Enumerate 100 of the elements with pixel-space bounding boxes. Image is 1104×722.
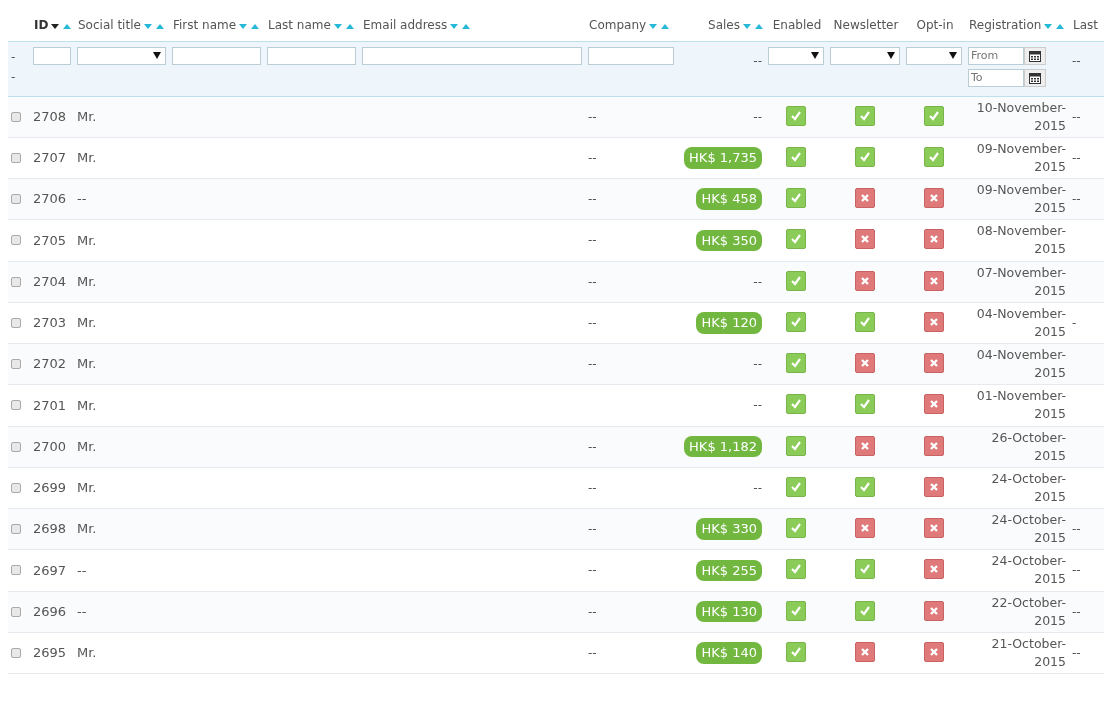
company-text: -- [588,109,597,124]
calendar-button[interactable] [1024,46,1046,65]
check-icon[interactable] [855,559,875,580]
sales-badge: HK$ 1,182 [684,435,762,458]
check-icon[interactable] [786,600,806,621]
row-checkbox[interactable] [11,400,21,411]
id-text: 2699 [33,480,67,496]
sort-arrows-icon[interactable] [51,23,72,29]
sales-text: -- [753,398,762,413]
filter-dropdown[interactable] [906,46,962,65]
cross-icon[interactable] [924,394,944,415]
id-text: 2707 [33,150,67,166]
check-icon[interactable] [786,641,806,662]
check-icon[interactable] [924,146,944,167]
row-checkbox[interactable] [11,524,21,535]
title-text: Mr. [77,273,97,289]
filter-input[interactable] [172,46,261,65]
row-checkbox[interactable] [11,276,21,287]
column-header[interactable]: Enabled [772,18,822,33]
cross-icon[interactable] [924,353,944,374]
row-checkbox[interactable] [11,647,21,658]
column-header[interactable]: Last name [268,18,331,32]
company-text: -- [588,604,597,619]
row-checkbox[interactable] [11,565,21,576]
cross-icon[interactable] [924,311,944,332]
check-icon[interactable] [786,270,806,291]
cross-icon[interactable] [855,518,875,539]
column-header[interactable]: Newsletter [833,18,899,33]
column-header[interactable]: Last [1073,18,1098,33]
row-checkbox[interactable] [11,606,21,617]
row-checkbox[interactable] [11,111,21,122]
cross-icon[interactable] [924,518,944,539]
date-text: 10-November-2015 [976,99,1066,133]
title-text: Mr. [77,356,97,372]
column-header[interactable]: Registration [969,18,1042,32]
title-text: -- [77,562,87,578]
column-header[interactable]: Opt-in [916,18,954,33]
filter-input[interactable] [267,46,356,65]
sales-badge: HK$ 130 [696,600,762,623]
check-icon[interactable] [855,311,875,332]
row-checkbox[interactable] [11,235,21,246]
filter-input[interactable] [33,46,71,65]
check-icon[interactable] [855,600,875,621]
filter-input[interactable] [362,46,582,65]
date-input[interactable]: From [968,46,1024,65]
column-header[interactable]: ID [34,18,49,32]
row-checkbox[interactable] [11,194,21,205]
cross-icon[interactable] [924,559,944,580]
id-text: 2705 [33,232,67,248]
cross-icon[interactable] [924,476,944,497]
company-text: -- [588,357,597,372]
cross-icon[interactable] [855,229,875,250]
row-checkbox[interactable] [11,317,21,328]
date-text: 04-November-2015 [976,347,1066,381]
column-header[interactable]: Company [589,18,647,32]
column-header[interactable]: First name [173,18,237,32]
sales-text: -- [753,109,762,124]
check-icon[interactable] [786,476,806,497]
row-checkbox[interactable] [11,152,21,163]
cross-icon[interactable] [855,353,875,374]
check-icon[interactable] [786,311,806,332]
check-icon[interactable] [855,146,875,167]
cross-icon[interactable] [924,270,944,291]
title-text: Mr. [77,480,97,496]
date-text: 07-November-2015 [976,264,1066,298]
date-text: 09-November-2015 [976,140,1066,174]
cross-icon[interactable] [855,641,875,662]
cross-icon[interactable] [855,270,875,291]
check-icon[interactable] [786,559,806,580]
date-input[interactable]: To [968,68,1024,87]
cross-icon[interactable] [855,435,875,456]
check-icon[interactable] [924,105,944,126]
check-icon[interactable] [786,188,806,209]
cross-icon[interactable] [855,188,875,209]
filter-dropdown[interactable] [768,46,824,65]
column-header[interactable]: Social title [78,18,141,32]
row-checkbox[interactable] [11,482,21,493]
cross-icon[interactable] [924,641,944,662]
check-icon[interactable] [855,394,875,415]
last-text: - [1072,315,1077,330]
check-icon[interactable] [855,476,875,497]
check-icon[interactable] [786,229,806,250]
cross-icon[interactable] [924,600,944,621]
cross-icon[interactable] [924,229,944,250]
column-header[interactable]: Sales [708,18,740,32]
check-icon[interactable] [786,105,806,126]
check-icon[interactable] [855,105,875,126]
filter-input[interactable] [588,46,674,65]
calendar-button[interactable] [1024,68,1046,87]
row-checkbox[interactable] [11,359,21,370]
row-checkbox[interactable] [11,441,21,452]
check-icon[interactable] [786,518,806,539]
column-header[interactable]: Email address [363,18,448,32]
check-icon[interactable] [786,353,806,374]
check-icon[interactable] [786,146,806,167]
check-icon[interactable] [786,435,806,456]
id-text: 2704 [33,273,67,289]
check-icon[interactable] [786,394,806,415]
cross-icon[interactable] [924,188,944,209]
cross-icon[interactable] [924,435,944,456]
